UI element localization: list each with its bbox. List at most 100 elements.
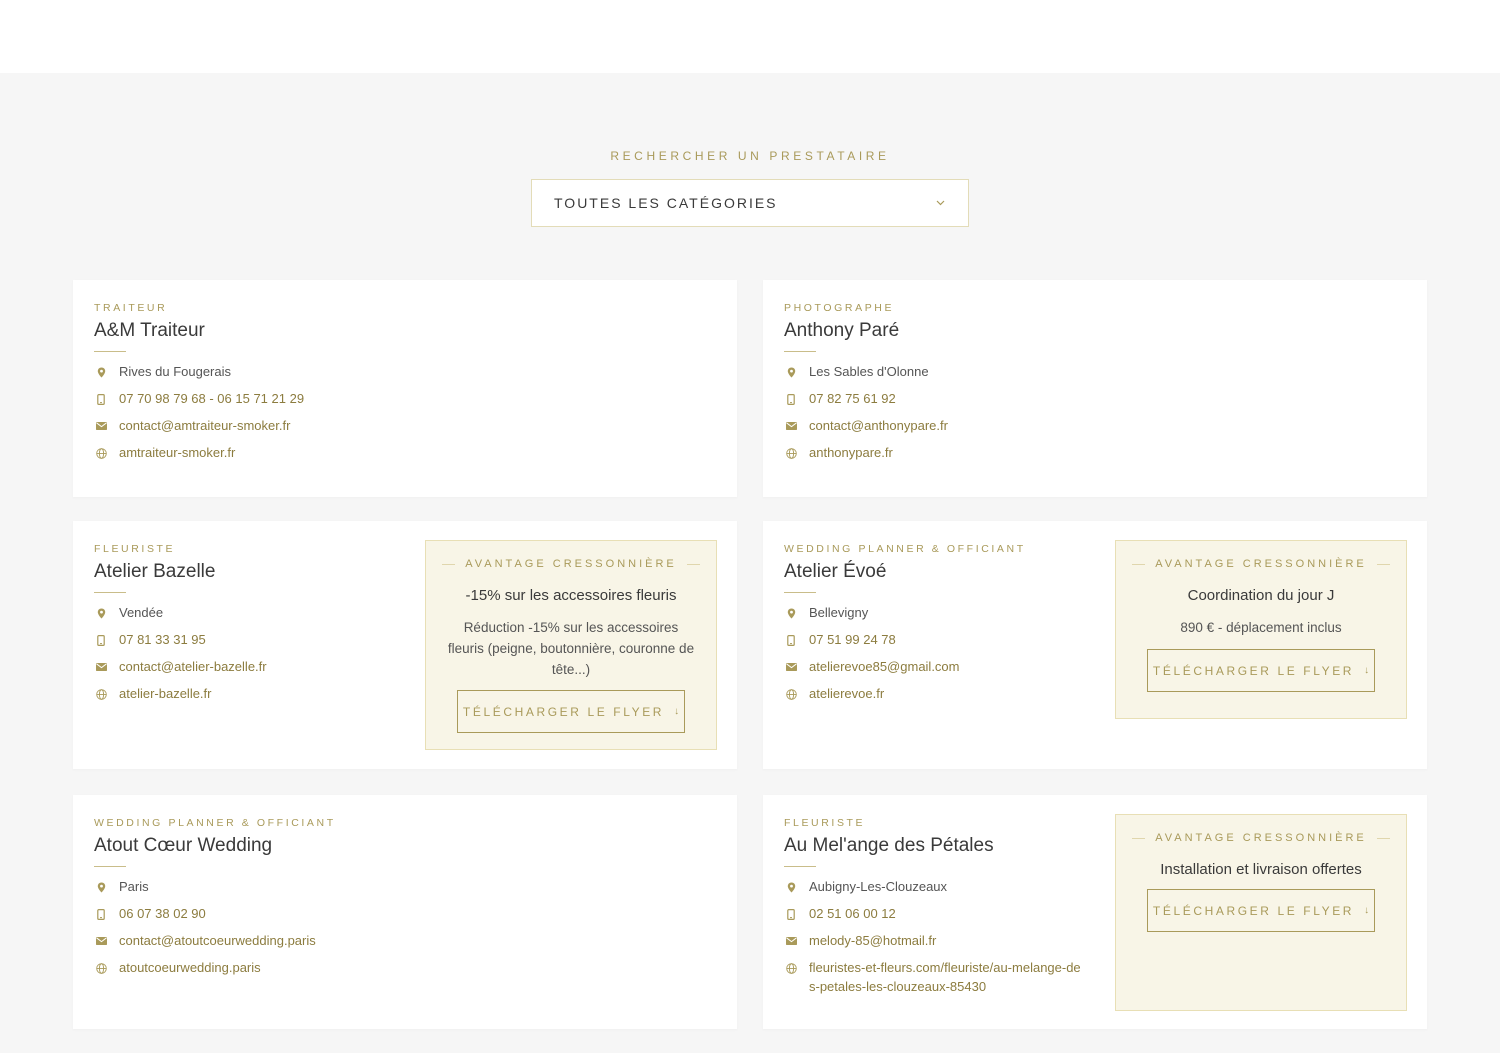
perk-header-label: AVANTAGE CRESSONNIÈRE: [465, 558, 677, 570]
chevron-down-icon: [934, 197, 946, 209]
location-row: Aubigny-Les-Clouzeaux: [784, 877, 1084, 904]
phone-row: 07 82 75 61 92: [784, 389, 1084, 416]
vendor-contact-list: Vendée 07 81 33 31 95 contact@atelier-ba…: [94, 603, 394, 711]
map-pin-icon: [785, 607, 797, 619]
vendor-location: Vendée: [119, 605, 164, 620]
vendor-phone-link[interactable]: 02 51 06 00 12: [809, 906, 896, 921]
globe-icon: [95, 962, 107, 974]
phone-row: 07 70 98 79 68 - 06 15 71 21 29: [94, 389, 394, 416]
perk-header-label: AVANTAGE CRESSONNIÈRE: [1155, 832, 1367, 844]
vendor-website-link[interactable]: atelierevoe.fr: [809, 686, 884, 701]
category-select-value: TOUTES LES CATÉGORIES: [554, 195, 778, 211]
perk-title: Coordination du jour J: [1187, 587, 1335, 604]
vendor-email-link[interactable]: contact@atelier-bazelle.fr: [119, 659, 267, 674]
map-pin-icon: [95, 366, 107, 378]
vendor-website-link[interactable]: fleuristes-et-fleurs.com/fleuriste/au-me…: [809, 958, 1084, 996]
vendor-card-atelier-evoe: WEDDING PLANNER & OFFICIANT Atelier Évoé…: [763, 521, 1427, 769]
divider: [94, 351, 126, 352]
divider: [94, 592, 126, 593]
map-pin-icon: [95, 607, 107, 619]
email-row: contact@atoutcoeurwedding.paris: [94, 931, 394, 958]
vendor-email-link[interactable]: contact@atoutcoeurwedding.paris: [119, 933, 316, 948]
vendor-website-link[interactable]: amtraiteur-smoker.fr: [119, 445, 235, 460]
phone-row: 06 07 38 02 90: [94, 904, 394, 931]
perk-title: -15% sur les accessoires fleuris: [465, 587, 677, 604]
vendor-category: WEDDING PLANNER & OFFICIANT: [784, 543, 1026, 555]
download-flyer-button[interactable]: TÉLÉCHARGER LE FLYER ↓: [457, 690, 685, 733]
mail-icon: [785, 935, 797, 947]
vendor-location: Bellevigny: [809, 605, 869, 620]
website-row: anthonypare.fr: [784, 443, 1084, 470]
vendor-card-am-traiteur: TRAITEUR A&M Traiteur Rives du Fougerais…: [73, 280, 737, 497]
phone-row: 07 81 33 31 95: [94, 630, 394, 657]
download-arrow-icon: ↓: [1364, 905, 1370, 916]
download-flyer-button[interactable]: TÉLÉCHARGER LE FLYER ↓: [1147, 889, 1375, 932]
website-row: atelierevoe.fr: [784, 684, 1084, 711]
vendor-phone-link[interactable]: 07 81 33 31 95: [119, 632, 206, 647]
phone-row: 07 51 99 24 78: [784, 630, 1084, 657]
category-select[interactable]: TOUTES LES CATÉGORIES: [531, 179, 969, 227]
vendor-name: Atout Cœur Wedding: [94, 835, 273, 856]
divider: [94, 866, 126, 867]
vendor-website-link[interactable]: anthonypare.fr: [809, 445, 893, 460]
perk-title: Installation et livraison offertes: [1160, 861, 1362, 878]
globe-icon: [785, 688, 797, 700]
vendor-website-link[interactable]: atelier-bazelle.fr: [119, 686, 212, 701]
vendor-email-link[interactable]: contact@anthonypare.fr: [809, 418, 948, 433]
vendor-location: Rives du Fougerais: [119, 364, 231, 379]
vendor-name: Anthony Paré: [784, 320, 900, 341]
email-row: melody-85@hotmail.fr: [784, 931, 1084, 958]
vendor-contact-list: Les Sables d'Olonne 07 82 75 61 92 conta…: [784, 362, 1084, 470]
vendor-phone-link[interactable]: 07 70 98 79 68 - 06 15 71 21 29: [119, 391, 304, 406]
vendor-phone-link[interactable]: 06 07 38 02 90: [119, 906, 206, 921]
vendor-email-link[interactable]: melody-85@hotmail.fr: [809, 933, 936, 948]
globe-icon: [785, 962, 797, 974]
mail-icon: [785, 420, 797, 432]
vendor-phone-link[interactable]: 07 51 99 24 78: [809, 632, 896, 647]
email-row: contact@atelier-bazelle.fr: [94, 657, 394, 684]
perk-box: AVANTAGE CRESSONNIÈRE Coordination du jo…: [1115, 540, 1407, 719]
location-row: Les Sables d'Olonne: [784, 362, 1084, 389]
vendor-card-anthony-pare: PHOTOGRAPHE Anthony Paré Les Sables d'Ol…: [763, 280, 1427, 497]
email-row: contact@amtraiteur-smoker.fr: [94, 416, 394, 443]
phone-icon: [95, 634, 107, 646]
vendor-website-link[interactable]: atoutcoeurwedding.paris: [119, 960, 261, 975]
divider: [784, 351, 816, 352]
phone-row: 02 51 06 00 12: [784, 904, 1084, 931]
phone-icon: [785, 634, 797, 646]
download-flyer-label: TÉLÉCHARGER LE FLYER: [462, 704, 665, 719]
perk-header: AVANTAGE CRESSONNIÈRE: [442, 558, 700, 570]
vendor-name: A&M Traiteur: [94, 320, 205, 341]
vendor-category: WEDDING PLANNER & OFFICIANT: [94, 817, 336, 829]
email-row: atelierevoe85@gmail.com: [784, 657, 1084, 684]
search-title: RECHERCHER UN PRESTATAIRE: [610, 149, 890, 163]
phone-icon: [785, 393, 797, 405]
website-row: amtraiteur-smoker.fr: [94, 443, 394, 470]
vendor-email-link[interactable]: contact@amtraiteur-smoker.fr: [119, 418, 290, 433]
perk-header-label: AVANTAGE CRESSONNIÈRE: [1155, 558, 1367, 570]
location-row: Vendée: [94, 603, 394, 630]
website-row: atelier-bazelle.fr: [94, 684, 394, 711]
location-row: Paris: [94, 877, 394, 904]
vendor-email-link[interactable]: atelierevoe85@gmail.com: [809, 659, 960, 674]
vendor-location: Aubigny-Les-Clouzeaux: [809, 879, 948, 894]
mail-icon: [785, 661, 797, 673]
mail-icon: [95, 661, 107, 673]
vendor-card-atout-coeur-wedding: WEDDING PLANNER & OFFICIANT Atout Cœur W…: [73, 795, 737, 1029]
mail-icon: [95, 420, 107, 432]
vendor-contact-list: Paris 06 07 38 02 90 contact@atoutcoeurw…: [94, 877, 394, 985]
divider: [784, 866, 816, 867]
vendor-name: Atelier Bazelle: [94, 561, 216, 582]
perk-description: Réduction -15% sur les accessoires fleur…: [447, 620, 695, 677]
vendor-phone-link[interactable]: 07 82 75 61 92: [809, 391, 896, 406]
perk-box: AVANTAGE CRESSONNIÈRE -15% sur les acces…: [425, 540, 717, 750]
website-row: fleuristes-et-fleurs.com/fleuriste/au-me…: [784, 958, 1084, 996]
vendor-card-atelier-bazelle: FLEURISTE Atelier Bazelle Vendée 07 81 3…: [73, 521, 737, 769]
vendor-category: TRAITEUR: [94, 302, 168, 314]
download-flyer-button[interactable]: TÉLÉCHARGER LE FLYER ↓: [1147, 649, 1375, 692]
vendor-name: Atelier Évoé: [784, 561, 887, 582]
perk-header: AVANTAGE CRESSONNIÈRE: [1132, 832, 1390, 844]
download-arrow-icon: ↓: [674, 706, 680, 717]
download-arrow-icon: ↓: [1364, 665, 1370, 676]
mail-icon: [95, 935, 107, 947]
